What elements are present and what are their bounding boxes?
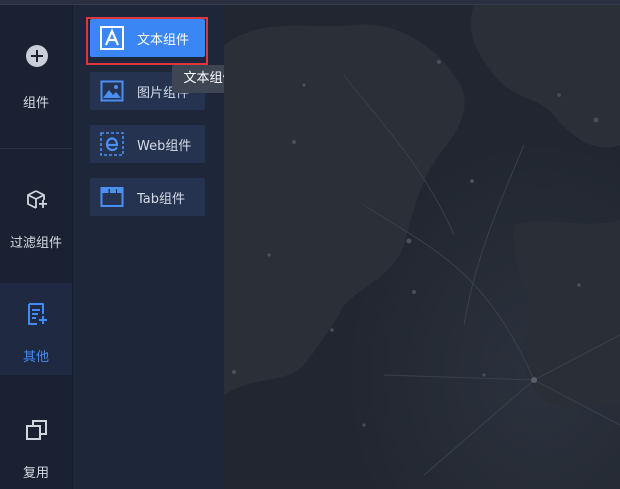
rail-item-label: 过滤组件 [9,236,62,251]
selection-highlight [86,17,208,65]
component-label: Tab组件 [137,192,186,207]
map-background [224,5,620,489]
rail-item-label: 组件 [22,96,49,111]
component-label: Web组件 [137,139,192,154]
rail-item-reuse[interactable]: 复用 [0,397,72,489]
rail-item-other[interactable]: 其他 [0,283,72,375]
world-map-image [224,5,620,489]
category-rail: 组件 过滤组件 其他 复用 [0,5,72,489]
tab-icon [100,187,124,207]
box-plus-icon [27,190,47,209]
rail-item-components[interactable]: 组件 [0,5,72,111]
image-icon [100,80,124,102]
copy-icon [26,420,47,440]
tab-component-button[interactable]: Tab组件 [90,178,205,216]
doc-plus-icon [28,303,47,325]
web-component-button[interactable]: Web组件 [90,125,205,163]
rail-divider [0,148,72,149]
web-e-icon [100,132,124,156]
plus-circle-icon [26,45,48,67]
rail-item-filter-components[interactable]: 过滤组件 [0,150,72,251]
rail-item-label: 复用 [22,466,49,481]
rail-item-label: 其他 [22,350,49,365]
